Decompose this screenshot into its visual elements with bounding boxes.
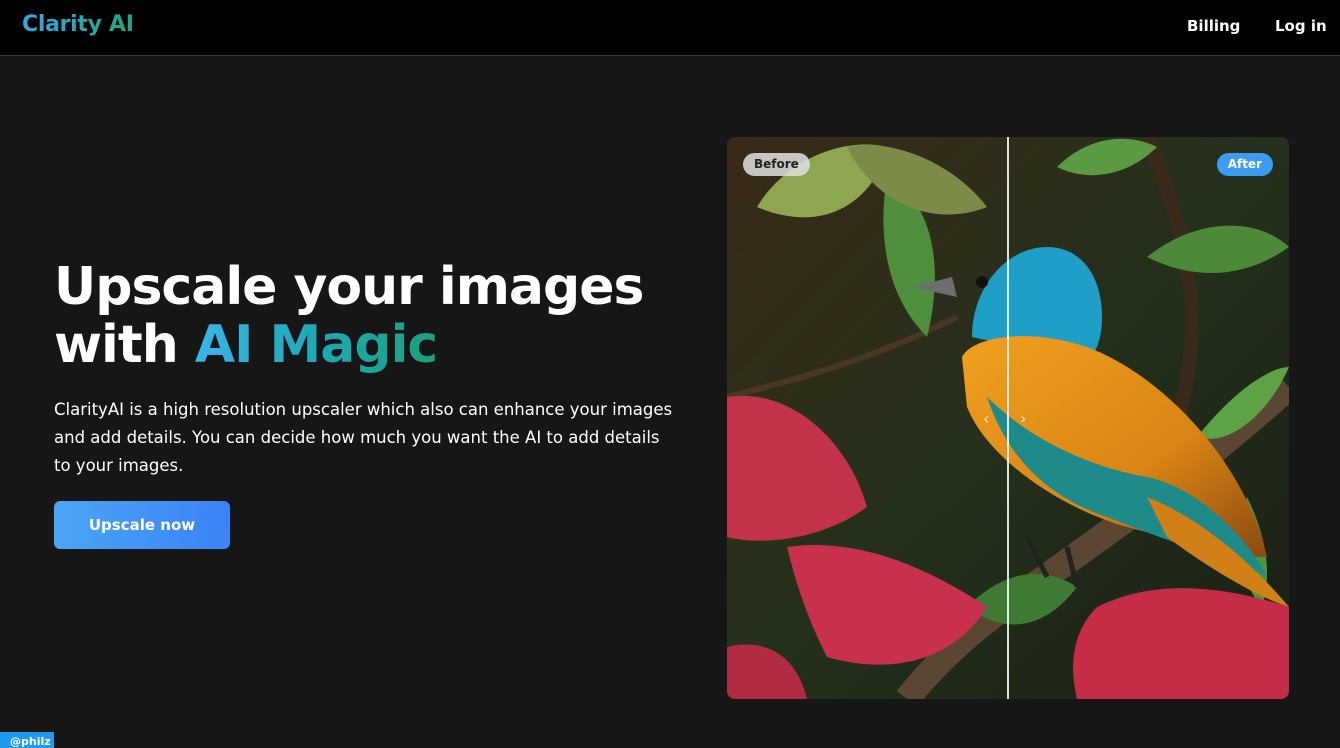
before-label: Before — [743, 153, 810, 176]
upscale-now-button[interactable]: Upscale now — [54, 501, 230, 549]
hero-title-line1: Upscale your images — [54, 257, 644, 317]
before-after-comparison[interactable]: Before After ‹ › — [727, 137, 1289, 699]
comparison-slider-handle[interactable] — [1007, 137, 1009, 699]
after-label: After — [1216, 153, 1273, 176]
chevron-left-icon: ‹ — [983, 409, 990, 428]
hero-title-highlight: AI Magic — [194, 315, 438, 375]
top-nav-bar: Clarity AI Billing Log in — [0, 0, 1340, 56]
nav-login-link[interactable]: Log in — [1275, 17, 1327, 35]
brand-logo[interactable]: Clarity AI — [22, 12, 134, 37]
chevron-right-icon: › — [1020, 409, 1027, 428]
hero-title-with: with — [54, 315, 195, 375]
nav-billing-link[interactable]: Billing — [1187, 17, 1240, 35]
hero-description: ClarityAI is a high resolution upscaler … — [54, 400, 673, 475]
credit-link[interactable]: @philz — [0, 732, 54, 748]
hero-title: Upscale your images with AI Magic — [54, 257, 644, 375]
